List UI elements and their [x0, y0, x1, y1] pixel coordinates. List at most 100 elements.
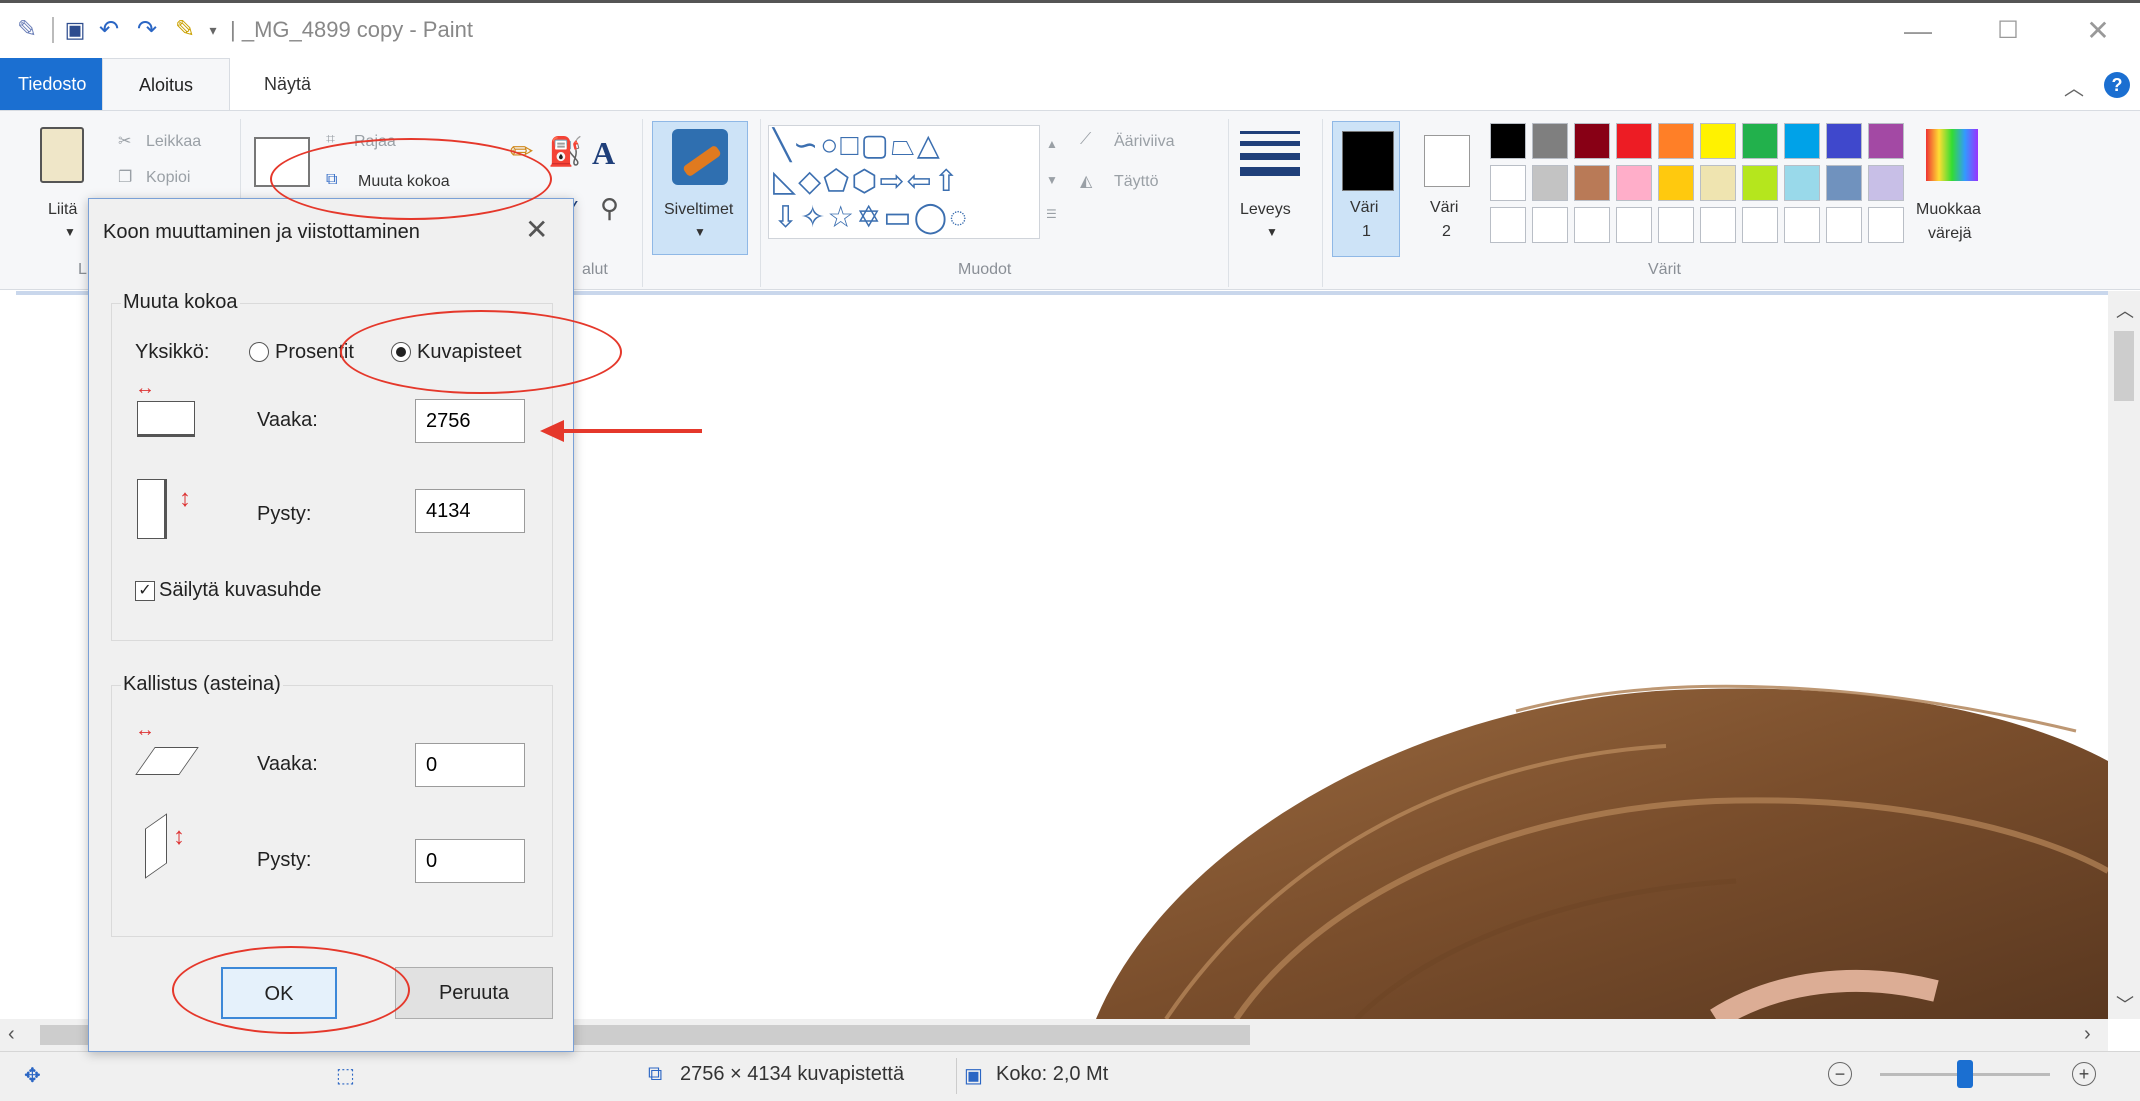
ribbon-separator [760, 119, 761, 287]
quick-access-dropdown-icon[interactable]: ▾ [200, 17, 226, 43]
paint-app-icon[interactable]: ✎ [14, 17, 40, 43]
skew-vertical-label: Pysty: [257, 849, 312, 871]
annotation-ellipse-pixels [340, 310, 622, 394]
color2-number: 2 [1442, 223, 1451, 240]
palette-swatch[interactable] [1700, 165, 1736, 201]
maximize-button[interactable]: ☐ [1978, 13, 2038, 49]
selection-size-icon: ⬚ [336, 1065, 355, 1087]
tab-file[interactable]: Tiedosto [0, 58, 102, 110]
fill-icon[interactable]: ⛽ [548, 135, 583, 168]
palette-swatch[interactable] [1742, 123, 1778, 159]
fill-shape-icon[interactable]: ◭ [1080, 171, 1092, 191]
palette-swatch[interactable] [1574, 207, 1610, 243]
brushes-dropdown-icon[interactable]: ▼ [694, 225, 706, 239]
palette-swatch[interactable] [1658, 165, 1694, 201]
text-icon[interactable]: A [592, 135, 615, 172]
paste-button[interactable]: Liitä [48, 201, 77, 219]
scroll-up-icon[interactable]: ︿ [2116, 297, 2134, 323]
palette-swatch[interactable] [1616, 165, 1652, 201]
keep-ratio-label[interactable]: Säilytä kuvasuhde [159, 579, 321, 602]
edit-colors-button[interactable]: Muokkaa [1916, 201, 1981, 219]
palette-swatch[interactable] [1574, 165, 1610, 201]
shapes-more-icon[interactable]: ☰ [1046, 207, 1057, 221]
vertical-scroll-thumb[interactable] [2114, 331, 2134, 401]
tab-home[interactable]: Aloitus [102, 58, 230, 110]
paste-icon[interactable] [40, 127, 84, 183]
edit-colors-button-line2: värejä [1928, 225, 1972, 242]
palette-swatch[interactable] [1784, 207, 1820, 243]
zoom-in-icon[interactable]: + [2072, 1062, 2096, 1086]
paste-dropdown-icon[interactable]: ▼ [64, 225, 76, 239]
palette-swatch[interactable] [1532, 207, 1568, 243]
palette-swatch[interactable] [1574, 123, 1610, 159]
shapes-scroll-up-icon[interactable]: ▲ [1046, 137, 1058, 151]
palette-swatch[interactable] [1742, 207, 1778, 243]
palette-swatch[interactable] [1616, 207, 1652, 243]
save-icon[interactable]: ▣ [62, 17, 88, 43]
minimize-button[interactable]: — [1888, 13, 1948, 49]
unit-percent-radio[interactable] [249, 342, 269, 362]
edit-colors-icon[interactable] [1926, 129, 1978, 181]
copy-icon[interactable]: ❐ [118, 167, 132, 187]
cut-button[interactable]: Leikkaa [146, 133, 201, 151]
file-size: Koko: 2,0 Mt [996, 1063, 1109, 1085]
outline-icon[interactable]: ⟋ [1080, 131, 1091, 149]
vertical-scrollbar[interactable]: ︿ ﹀ [2108, 291, 2140, 1019]
line-width-icon[interactable] [1240, 131, 1300, 176]
annotation-arrow [540, 420, 702, 442]
color2-swatch[interactable] [1424, 135, 1470, 187]
customize-quick-access-icon[interactable]: ✎ [172, 17, 198, 43]
line-width-dropdown-icon[interactable]: ▼ [1266, 225, 1278, 239]
zoom-slider-thumb[interactable] [1957, 1060, 1973, 1088]
palette-swatch[interactable] [1658, 207, 1694, 243]
undo-icon[interactable]: ↶ [96, 17, 122, 43]
palette-swatch[interactable] [1658, 123, 1694, 159]
shapes-scroll-down-icon[interactable]: ▼ [1046, 173, 1058, 187]
vertical-input[interactable] [415, 489, 525, 533]
keep-ratio-checkbox[interactable]: ✓ [135, 581, 155, 601]
close-button[interactable]: ✕ [2068, 13, 2128, 49]
palette-swatch[interactable] [1490, 165, 1526, 201]
palette-swatch[interactable] [1826, 165, 1862, 201]
palette-swatch[interactable] [1868, 207, 1904, 243]
redo-icon[interactable]: ↷ [134, 17, 160, 43]
color2-label[interactable]: Väri [1430, 199, 1458, 217]
skew-vertical-input[interactable] [415, 839, 525, 883]
shapes-gallery[interactable]: ╲∽○□▢⏢△ ◺◇⬠⬡⇨⇦⇧ ⇩✧☆✡▭◯◌ [768, 125, 1040, 239]
scroll-down-icon[interactable]: ﹀ [2116, 991, 2134, 1017]
dialog-close-icon[interactable]: ✕ [525, 213, 548, 246]
palette-swatch[interactable] [1700, 123, 1736, 159]
palette-swatch[interactable] [1532, 165, 1568, 201]
palette-swatch[interactable] [1532, 123, 1568, 159]
palette-swatch[interactable] [1868, 165, 1904, 201]
palette-swatch[interactable] [1784, 123, 1820, 159]
palette-swatch[interactable] [1742, 165, 1778, 201]
palette-swatch[interactable] [1700, 207, 1736, 243]
palette-swatch[interactable] [1826, 207, 1862, 243]
tab-view[interactable]: Näytä [246, 58, 329, 110]
magnifier-icon[interactable]: ⚲ [600, 193, 619, 224]
palette-swatch[interactable] [1616, 123, 1652, 159]
cut-icon[interactable]: ✂ [118, 131, 131, 151]
palette-swatch[interactable] [1490, 207, 1526, 243]
palette-swatch[interactable] [1784, 165, 1820, 201]
zoom-out-icon[interactable]: − [1828, 1062, 1852, 1086]
cancel-button[interactable]: Peruuta [395, 967, 553, 1019]
annotation-ellipse-ok [172, 946, 410, 1034]
fill-shape-button[interactable]: Täyttö [1114, 173, 1158, 191]
skew-legend: Kallistus (asteina) [121, 673, 283, 696]
help-icon[interactable]: ? [2104, 72, 2130, 98]
line-width-label[interactable]: Leveys [1240, 201, 1291, 219]
scroll-left-icon[interactable]: ‹ [8, 1023, 15, 1046]
outline-button[interactable]: Ääriviiva [1114, 133, 1174, 151]
palette-swatch[interactable] [1826, 123, 1862, 159]
ribbon-tab-row: Tiedosto Aloitus Näytä ︿ ? [0, 58, 2140, 110]
palette-swatch[interactable] [1868, 123, 1904, 159]
palette-swatch[interactable] [1490, 123, 1526, 159]
horizontal-input[interactable] [415, 399, 525, 443]
scroll-right-icon[interactable]: › [2084, 1023, 2091, 1046]
collapse-ribbon-icon[interactable]: ︿ [2064, 72, 2084, 101]
copy-button[interactable]: Kopioi [146, 169, 190, 187]
shapes-group-label: Muodot [958, 261, 1012, 278]
skew-horizontal-input[interactable] [415, 743, 525, 787]
